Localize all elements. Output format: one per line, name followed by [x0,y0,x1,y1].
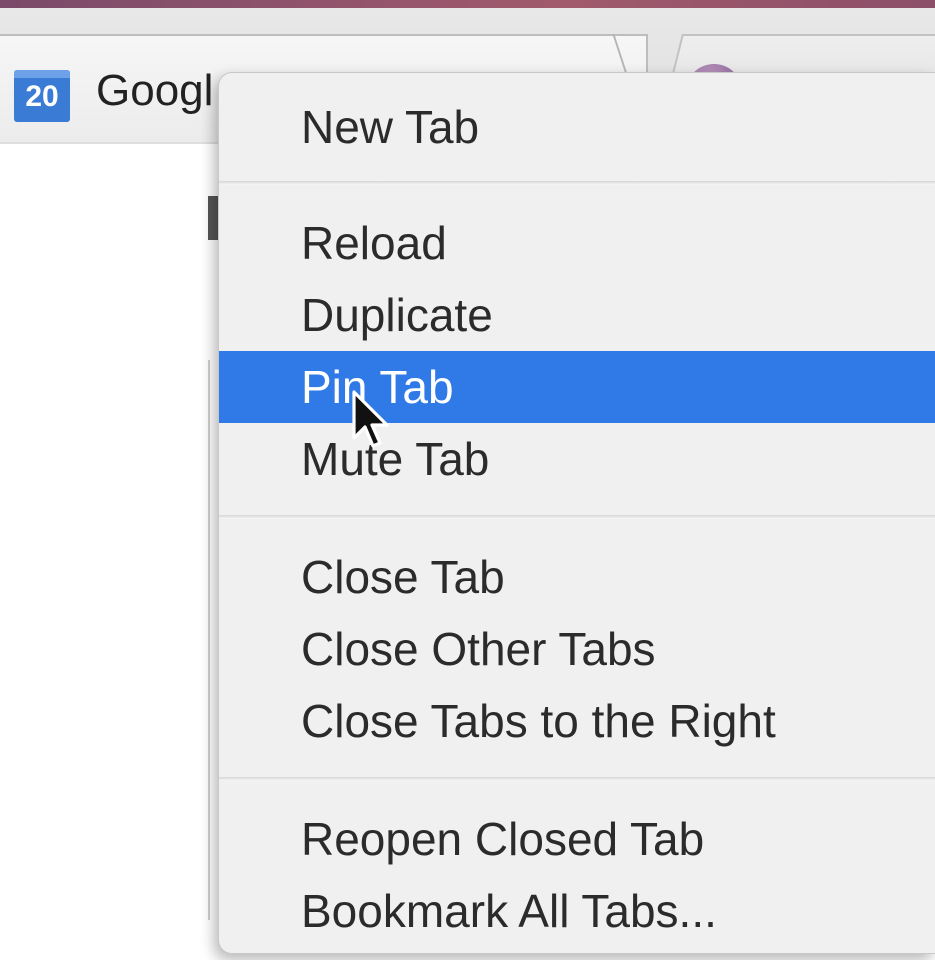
calendar-icon: 20 [14,70,70,122]
menu-item-mute-tab[interactable]: Mute Tab [219,423,935,495]
menu-separator [219,777,935,781]
menu-separator [219,181,935,185]
page-divider [208,360,210,920]
menu-item-reopen-closed-tab[interactable]: Reopen Closed Tab [219,803,935,875]
arrow-pointer-icon [352,390,389,448]
menu-item-reload[interactable]: Reload [219,207,935,279]
menu-item-new-tab[interactable]: New Tab [219,91,935,163]
menu-item-bookmark-all-tabs[interactable]: Bookmark All Tabs... [219,875,935,947]
tab-context-menu: New Tab Reload Duplicate Pin Tab Mute Ta… [218,72,935,954]
menu-item-pin-tab[interactable]: Pin Tab [219,351,935,423]
menu-item-duplicate[interactable]: Duplicate [219,279,935,351]
window-title-bar [0,0,935,8]
menu-separator [219,515,935,519]
menu-item-close-other-tabs[interactable]: Close Other Tabs [219,613,935,685]
menu-item-close-tabs-right[interactable]: Close Tabs to the Right [219,685,935,757]
menu-item-close-tab[interactable]: Close Tab [219,541,935,613]
tab-title-active: Googl [96,66,214,115]
